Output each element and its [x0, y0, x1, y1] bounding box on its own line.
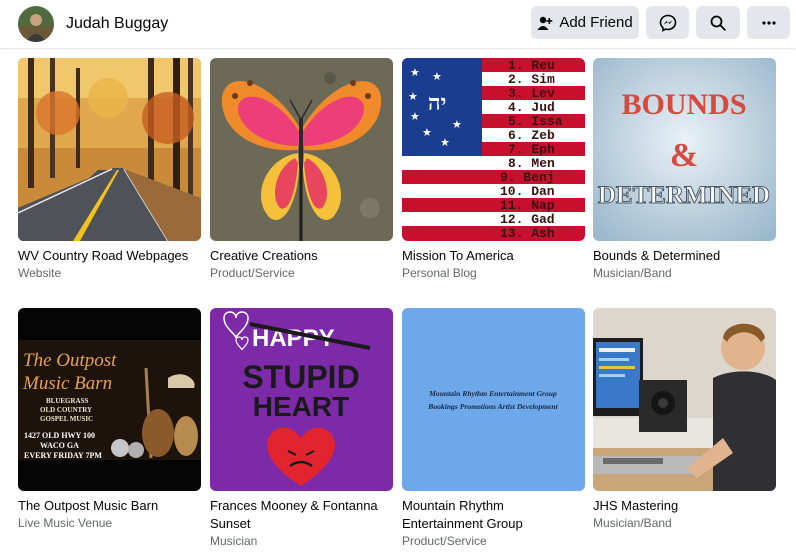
- outpost-genre: BLUEGRASS: [46, 397, 89, 405]
- page-title[interactable]: Mission To America: [402, 247, 585, 265]
- more-button[interactable]: [747, 6, 790, 39]
- profile-name[interactable]: Judah Buggay: [66, 15, 168, 33]
- page-thumbnail[interactable]: BOUNDS & DETERMINED: [593, 58, 776, 241]
- liked-pages-grid: WV Country Road Webpages Website Creativ…: [0, 48, 796, 552]
- bounds-line1: BOUNDS: [621, 88, 746, 121]
- tribe-list-item: 10. Dan: [500, 184, 555, 199]
- svg-text:★: ★: [452, 118, 462, 131]
- add-friend-button[interactable]: Add Friend: [531, 6, 639, 39]
- page-card[interactable]: Creative Creations Product/Service: [210, 58, 393, 281]
- page-card[interactable]: The Outpost Music Barn BLUEGRASS OLD COU…: [18, 308, 201, 531]
- page-category: Musician: [210, 534, 258, 548]
- search-button[interactable]: [696, 6, 740, 39]
- page-category: Product/Service: [402, 534, 487, 548]
- outpost-genre: OLD COUNTRY: [40, 406, 92, 414]
- svg-text:★: ★: [410, 66, 420, 79]
- page-title[interactable]: JHS Mastering: [593, 497, 776, 515]
- tribe-list-item: 12. Gad: [500, 212, 555, 227]
- svg-text:יה: יה: [428, 90, 446, 116]
- outpost-genre: GOSPEL MUSIC: [40, 415, 93, 423]
- profile-avatar[interactable]: [18, 6, 54, 42]
- outpost-schedule: EVERY FRIDAY 7PM: [24, 451, 102, 460]
- page-card[interactable]: BOUNDS & DETERMINED Bounds & Determined …: [593, 58, 776, 281]
- page-card[interactable]: WV Country Road Webpages Website: [18, 58, 201, 281]
- page-card[interactable]: HAPPY STUPID HEART Frances Mooney & Font…: [210, 308, 393, 549]
- bounds-ampersand: &: [670, 137, 698, 174]
- frances-heart-text: HEART: [253, 391, 349, 422]
- page-thumbnail[interactable]: HAPPY STUPID HEART: [210, 308, 393, 491]
- page-category: Musician/Band: [593, 266, 672, 280]
- page-card[interactable]: ★ ★ ★ ★ ★ ★ ★ יה 1. Reu 2. Sim 3. Lev 4. Ju…: [402, 58, 585, 281]
- svg-text:★: ★: [408, 90, 418, 103]
- tribe-list-item: 4. Jud: [508, 100, 555, 115]
- page-thumbnail[interactable]: The Outpost Music Barn BLUEGRASS OLD COU…: [18, 308, 201, 491]
- page-category: Website: [18, 266, 62, 280]
- page-title[interactable]: Creative Creations: [210, 247, 393, 265]
- tribe-list-item: 7. Eph: [508, 142, 555, 157]
- mountain-line2: Bookings Promotions Artist Development: [427, 402, 558, 411]
- page-category: Live Music Venue: [18, 516, 113, 530]
- page-category: Product/Service: [210, 266, 295, 280]
- tribe-list-item: 2. Sim: [508, 72, 555, 87]
- profile-header: Judah Buggay Add Friend: [0, 0, 796, 48]
- page-title[interactable]: Bounds & Determined: [593, 247, 776, 265]
- frances-stupid-text: STUPID: [242, 359, 359, 395]
- more-icon: [761, 20, 776, 25]
- tribe-list-item: 13. Ash: [500, 226, 555, 241]
- messenger-button[interactable]: [646, 6, 689, 39]
- page-category: Personal Blog: [402, 266, 477, 280]
- add-friend-label: Add Friend: [559, 14, 633, 31]
- page-thumbnail[interactable]: [18, 58, 201, 241]
- tribe-list-item: 9. Benj: [500, 170, 555, 185]
- page-title[interactable]: Mountain Rhythm Entertainment Group: [402, 497, 585, 533]
- svg-text:★: ★: [432, 70, 442, 83]
- add-friend-icon: [537, 16, 553, 30]
- outpost-address: 1427 OLD HWY 100: [24, 431, 95, 440]
- bounds-line2: DETERMINED: [598, 182, 770, 209]
- page-thumbnail[interactable]: ★ ★ ★ ★ ★ ★ ★ יה 1. Reu 2. Sim 3. Lev 4. Ju…: [402, 58, 585, 241]
- page-thumbnail[interactable]: [210, 58, 393, 241]
- outpost-title-line2: Music Barn: [22, 373, 112, 394]
- outpost-address: WACO GA: [40, 441, 79, 450]
- messenger-icon: [659, 14, 676, 32]
- svg-text:★: ★: [410, 110, 420, 123]
- tribe-list-item: 6. Zeb: [508, 128, 555, 143]
- svg-text:★: ★: [440, 136, 450, 149]
- outpost-title-line1: The Outpost: [23, 350, 117, 371]
- mountain-line1: Mountain Rhythm Entertainment Group: [428, 389, 557, 398]
- tribe-list-item: 1. Reu: [508, 58, 555, 73]
- svg-text:★: ★: [422, 126, 432, 139]
- page-title[interactable]: The Outpost Music Barn: [18, 497, 201, 515]
- page-title[interactable]: Frances Mooney & Fontanna Sunset: [210, 497, 393, 533]
- tribe-list-item: 8. Men: [508, 156, 555, 171]
- page-card[interactable]: JHS Mastering Musician/Band: [593, 308, 776, 531]
- page-title[interactable]: WV Country Road Webpages: [18, 247, 201, 265]
- tribe-list-item: 11. Nap: [500, 198, 555, 213]
- page-category: Musician/Band: [593, 516, 672, 530]
- page-card[interactable]: Mountain Rhythm Entertainment Group Book…: [402, 308, 585, 549]
- tribe-list-item: 3. Lev: [508, 86, 555, 101]
- tribe-list-item: 5. Issa: [508, 114, 563, 129]
- page-thumbnail[interactable]: [593, 308, 776, 491]
- page-thumbnail[interactable]: Mountain Rhythm Entertainment Group Book…: [402, 308, 585, 491]
- search-icon: [710, 15, 726, 31]
